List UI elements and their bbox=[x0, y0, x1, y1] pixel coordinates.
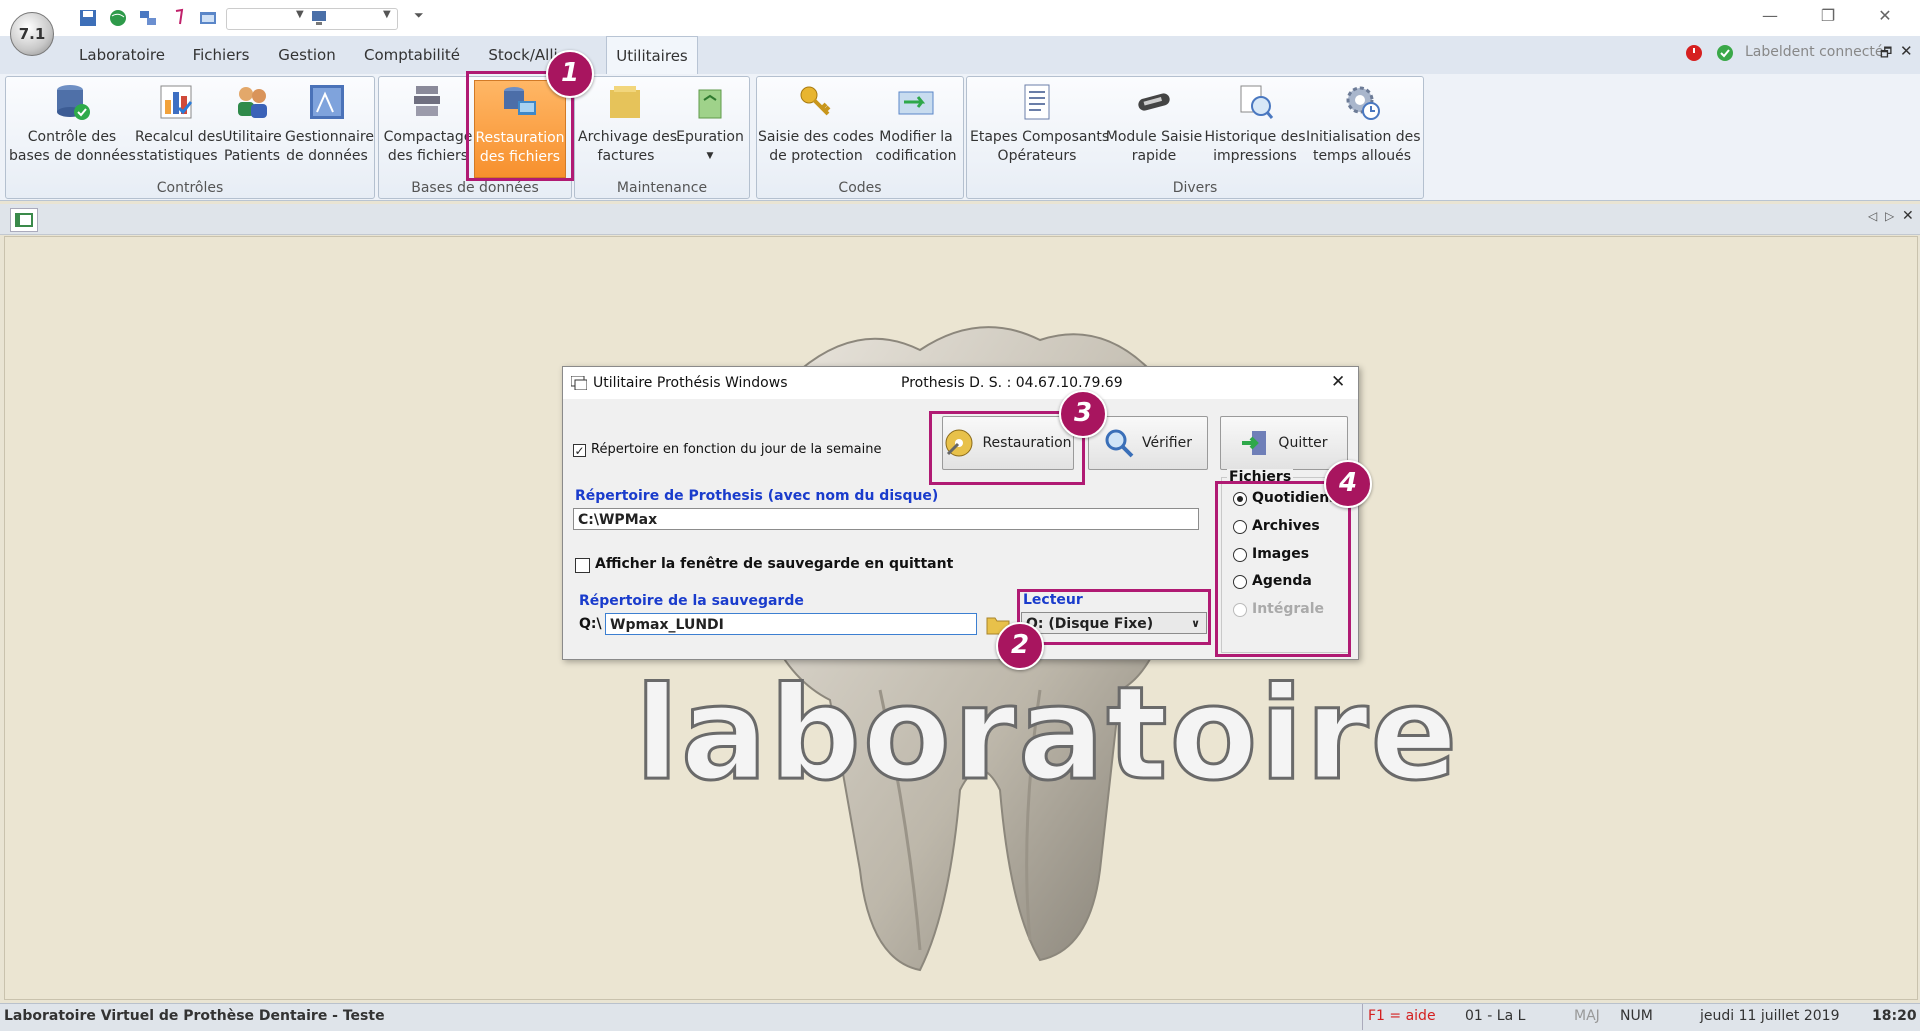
data-manager-icon bbox=[310, 85, 344, 119]
verifier-button[interactable]: Vérifier bbox=[1088, 416, 1208, 470]
scroll-left-icon[interactable]: ◁ bbox=[1868, 209, 1877, 223]
connection-status: Labeldent connecté bbox=[1745, 44, 1884, 60]
tab-laboratoire[interactable]: Laboratoire bbox=[74, 36, 170, 74]
network-icon[interactable] bbox=[138, 8, 158, 28]
exit-door-icon bbox=[1242, 431, 1267, 455]
tab-gestion[interactable]: Gestion bbox=[272, 36, 342, 74]
chevron-down-icon[interactable]: ▼ bbox=[296, 9, 304, 20]
saisie-codes-protection-button[interactable]: Saisie des codes de protection bbox=[758, 80, 874, 176]
backup-drive-prefix: Q:\ bbox=[579, 616, 602, 632]
gear-clock-icon bbox=[1346, 86, 1380, 120]
highlight-fichiers bbox=[1215, 481, 1351, 657]
show-save-window-label: Afficher la fenêtre de sauvegarde en qui… bbox=[595, 556, 954, 572]
computer-icon[interactable] bbox=[310, 8, 330, 28]
step-badge-1: 1 bbox=[546, 50, 594, 98]
restore-window-icon[interactable]: 🗗 bbox=[1880, 44, 1892, 66]
module-saisie-rapide-button[interactable]: Module Saisie rapide bbox=[1104, 80, 1204, 176]
dialog-subtitle: Prothesis D. S. : 04.67.10.79.69 bbox=[901, 375, 1123, 391]
gestionnaire-donnees-button[interactable]: Gestionnaire de données bbox=[285, 80, 374, 176]
quitter-button[interactable]: Quitter bbox=[1220, 416, 1348, 470]
weekday-checkbox[interactable]: ✓ bbox=[573, 444, 586, 458]
close-tab-icon[interactable]: ✕ bbox=[1902, 208, 1914, 224]
step-badge-2: 2 bbox=[996, 622, 1044, 670]
maximize-button[interactable]: ❐ bbox=[1805, 6, 1851, 30]
controle-bases-button[interactable]: Contrôle des bases de données bbox=[9, 80, 136, 176]
compact-icon bbox=[414, 86, 440, 116]
minimize-button[interactable]: — bbox=[1747, 6, 1793, 30]
modifier-codification-button[interactable]: Modifier la codification bbox=[874, 80, 958, 176]
step-badge-4: 4 bbox=[1324, 460, 1372, 508]
tab-utilitaires[interactable]: Utilitaires bbox=[606, 36, 698, 74]
compactage-fichiers-button[interactable]: Compactage des fichiers bbox=[382, 80, 474, 176]
highlight-lecteur bbox=[1017, 589, 1211, 645]
connected-icon bbox=[1717, 45, 1733, 61]
document-tab[interactable] bbox=[10, 208, 38, 232]
status-num: NUM bbox=[1620, 1008, 1653, 1024]
scanner-icon bbox=[1138, 93, 1170, 111]
document-tab-strip bbox=[0, 204, 1920, 235]
database-check-icon bbox=[57, 85, 90, 120]
dialog-app-icon bbox=[571, 376, 587, 390]
key-icon bbox=[800, 86, 831, 116]
power-icon[interactable] bbox=[1685, 44, 1703, 62]
initialisation-temps-button[interactable]: Initialisation des temps alloués bbox=[1306, 80, 1421, 176]
scroll-right-icon[interactable]: ▷ bbox=[1885, 209, 1894, 223]
backup-dir-label: Répertoire de la sauvegarde bbox=[579, 593, 804, 609]
prothesis-dir-label: Répertoire de Prothesis (avec nom du dis… bbox=[575, 488, 939, 504]
status-code: 01 - La L bbox=[1465, 1008, 1526, 1024]
chevron-down-icon[interactable]: ▼ bbox=[383, 9, 391, 20]
step-badge-3: 3 bbox=[1059, 390, 1107, 438]
status-help: F1 = aide bbox=[1368, 1008, 1436, 1024]
recycle-bin-icon bbox=[698, 89, 722, 119]
historique-impressions-button[interactable]: Historique des impressions bbox=[1204, 80, 1306, 176]
document-list-icon bbox=[1024, 84, 1050, 120]
tab-fichiers[interactable]: Fichiers bbox=[186, 36, 256, 74]
close-button[interactable]: ✕ bbox=[1862, 6, 1908, 30]
prothesis-dir-input[interactable]: C:\WPMax bbox=[573, 508, 1199, 530]
close-document-icon[interactable]: ✕ bbox=[1900, 42, 1913, 60]
show-save-window-checkbox[interactable] bbox=[575, 558, 590, 573]
utilitaire-patients-button[interactable]: Utilitaire Patients bbox=[219, 80, 285, 176]
archive-folder-icon bbox=[610, 86, 640, 118]
app-logo[interactable]: 7.1 bbox=[10, 12, 54, 56]
customize-toolbar-icon[interactable]: ⏷ bbox=[414, 8, 424, 23]
dialog-title: Utilitaire Prothésis Windows bbox=[593, 375, 788, 391]
status-time: 18:20 bbox=[1872, 1008, 1917, 1024]
codification-icon bbox=[898, 91, 934, 115]
tab-comptabilite[interactable]: Comptabilité bbox=[360, 36, 464, 74]
dialog-close-button[interactable]: ✕ bbox=[1331, 372, 1345, 392]
chevron-down-icon: ▼ bbox=[706, 151, 714, 161]
status-caps: MAJ bbox=[1574, 1008, 1600, 1024]
print-history-icon bbox=[1240, 85, 1274, 119]
etapes-composants-button[interactable]: Etapes Composants Opérateurs bbox=[970, 80, 1109, 176]
globe-icon[interactable] bbox=[108, 8, 128, 28]
patients-icon bbox=[238, 87, 267, 118]
status-app-name: Laboratoire Virtuel de Prothèse Dentaire… bbox=[4, 1008, 385, 1024]
workspace-title: laboratoire bbox=[633, 659, 1460, 811]
window-icon bbox=[15, 213, 33, 227]
window-icon[interactable] bbox=[198, 8, 218, 28]
save-icon[interactable] bbox=[78, 8, 98, 28]
epuration-button[interactable]: Epuration ▼ bbox=[674, 80, 746, 176]
weekday-checkbox-label: Répertoire en fonction du jour de la sem… bbox=[591, 442, 882, 457]
status-date: jeudi 11 juillet 2019 bbox=[1700, 1008, 1840, 1024]
statistics-icon bbox=[160, 85, 193, 119]
music-icon[interactable] bbox=[168, 8, 188, 28]
recalcul-statistiques-button[interactable]: Recalcul des statistiques bbox=[135, 80, 223, 176]
backup-dir-input[interactable]: Wpmax_LUNDI bbox=[605, 613, 977, 635]
magnifier-icon bbox=[1105, 429, 1134, 458]
archivage-factures-button[interactable]: Archivage des factures bbox=[578, 80, 677, 176]
